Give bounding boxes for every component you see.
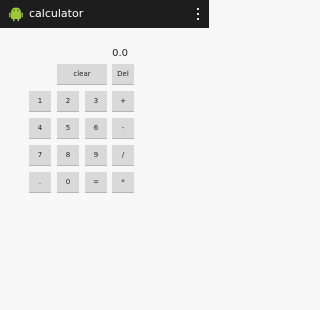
key-5-button[interactable]: 5 [57,118,79,138]
plus-button[interactable]: + [112,91,134,111]
key-6-button[interactable]: 6 [85,118,107,138]
minus-button[interactable]: - [112,118,134,138]
equals-button[interactable]: = [85,172,107,192]
delete-button[interactable]: Del [112,64,134,84]
android-icon[interactable] [8,6,24,22]
app-title: calculator [29,7,84,20]
clear-button[interactable]: clear [57,64,107,84]
key-2-button[interactable]: 2 [57,91,79,111]
key-8-button[interactable]: 8 [57,145,79,165]
key-4-button[interactable]: 4 [29,118,51,138]
key-1-button[interactable]: 1 [29,91,51,111]
multiply-button[interactable]: * [112,172,134,192]
decimal-point-button[interactable]: . [29,172,51,192]
key-0-button[interactable]: 0 [57,172,79,192]
overflow-menu-icon[interactable] [193,6,203,22]
key-9-button[interactable]: 9 [85,145,107,165]
key-3-button[interactable]: 3 [85,91,107,111]
key-7-button[interactable]: 7 [29,145,51,165]
action-bar: calculator [0,0,209,28]
divide-button[interactable]: / [112,145,134,165]
result-display: 0.0 [112,48,128,59]
